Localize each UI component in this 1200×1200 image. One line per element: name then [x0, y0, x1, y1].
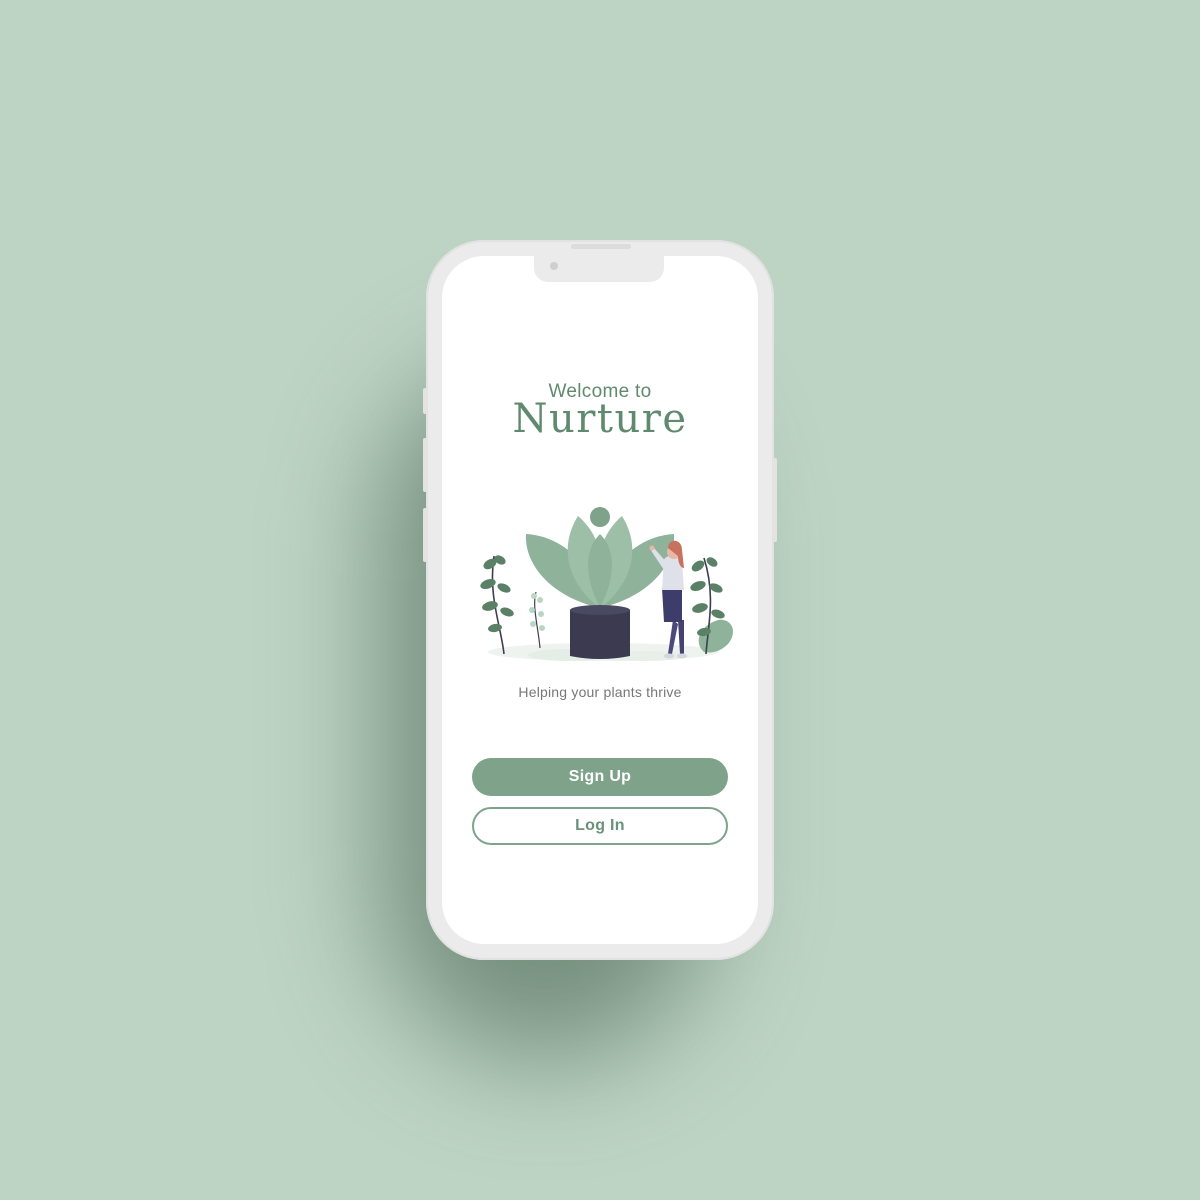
- earpiece-speaker: [571, 244, 631, 249]
- volume-up-button: [423, 438, 427, 492]
- phone-frame: Welcome to Nurture Helping your plants t…: [423, 240, 777, 960]
- mockup-scene: Welcome to Nurture Helping your plants t…: [0, 0, 1200, 1200]
- app-title: Nurture: [512, 396, 688, 442]
- app-screen: Welcome to Nurture Helping your plants t…: [442, 256, 758, 944]
- mute-switch: [423, 388, 427, 414]
- camera-icon: [550, 262, 558, 270]
- volume-down-button: [423, 508, 427, 562]
- notch: [534, 256, 664, 282]
- log-in-button[interactable]: Log In: [472, 807, 728, 845]
- power-button: [773, 458, 777, 542]
- plant-care-illustration-icon: [480, 507, 733, 661]
- sign-up-button[interactable]: Sign Up: [472, 758, 728, 796]
- tagline: Helping your plants thrive: [518, 684, 682, 700]
